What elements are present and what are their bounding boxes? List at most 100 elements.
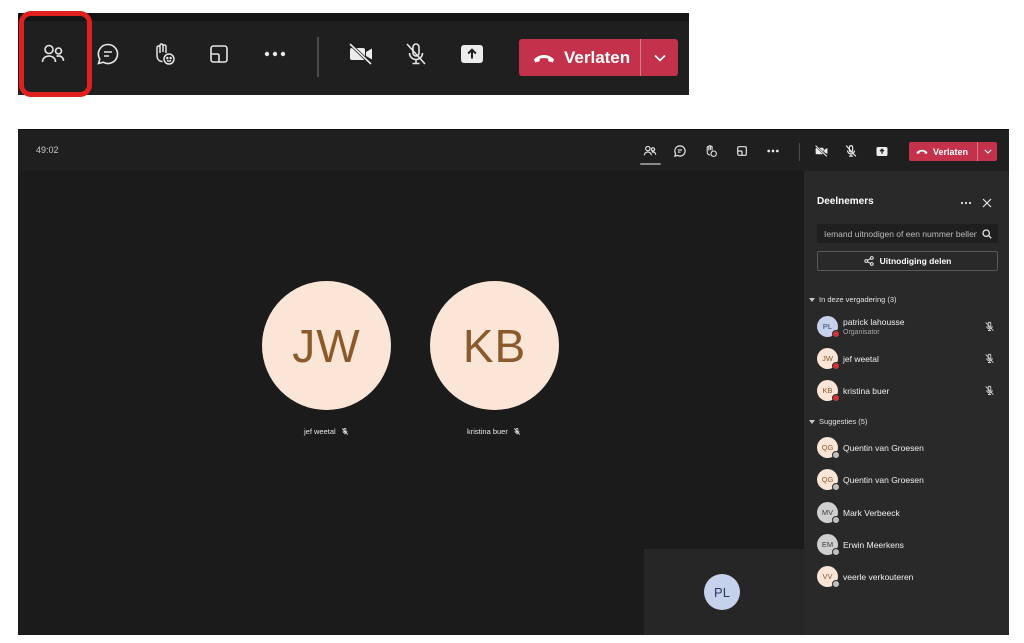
suggestion-name: Quentin van Groesen <box>843 475 924 485</box>
participant-row[interactable]: KB kristina buer <box>804 378 1009 406</box>
participant-name: patrick lahousse <box>843 317 905 327</box>
self-avatar: PL <box>704 574 740 610</box>
share-content-button[interactable] <box>871 140 893 162</box>
leave-label: Verlaten <box>564 47 631 67</box>
tile-name-label: jef weetal <box>304 427 336 436</box>
microphone-button[interactable] <box>393 31 439 77</box>
people-icon <box>40 41 66 67</box>
chat-icon <box>95 41 121 67</box>
avatar-initials: KB <box>822 386 833 395</box>
more-button[interactable] <box>252 31 298 77</box>
participant-name: jef weetal <box>843 354 879 364</box>
panel-title: Deelnemers <box>817 196 874 207</box>
mic-off-icon <box>844 144 858 158</box>
participant-tile-avatar[interactable]: KB <box>430 281 559 410</box>
leave-options-button[interactable] <box>641 39 678 76</box>
meeting-timer: 49:02 <box>36 145 59 155</box>
share-invite-label: Uitnodiging delen <box>879 256 952 266</box>
video-stage: JW jef weetal KB kristina buer PL <box>18 171 804 635</box>
participant-tile-avatar[interactable]: JW <box>262 281 391 410</box>
avatar: VV <box>817 566 840 588</box>
search-icon[interactable] <box>977 228 997 239</box>
section-header-label: Suggesties (5) <box>819 417 868 426</box>
more-icon <box>262 41 288 67</box>
phone-hangup-icon <box>533 52 564 64</box>
camera-off-icon <box>814 144 829 158</box>
microphone-button[interactable] <box>840 140 862 162</box>
participant-tile-name: jef weetal <box>304 427 349 436</box>
rooms-button[interactable] <box>196 31 242 77</box>
suggestion-row[interactable]: QG Quentin van Groesen <box>804 467 1009 495</box>
presence-badge <box>832 362 840 370</box>
participant-role: Organisator <box>843 329 880 336</box>
participant-row[interactable]: JW jef weetal <box>804 346 1009 374</box>
chat-icon <box>673 144 687 158</box>
avatar-initials: PL <box>822 322 833 331</box>
share-icon <box>875 145 889 158</box>
section-header-label: In deze vergadering (3) <box>819 295 897 304</box>
share-invite-button[interactable]: Uitnodiging delen <box>817 251 998 271</box>
rooms-icon <box>206 41 232 67</box>
raise-hand-icon <box>151 41 177 67</box>
camera-off-icon <box>347 41 375 67</box>
suggestion-name: Erwin Meerkens <box>843 540 904 550</box>
avatar: JW <box>817 348 840 370</box>
rooms-icon <box>735 144 749 158</box>
people-button[interactable] <box>30 31 76 77</box>
raise-hand-icon <box>704 144 718 158</box>
presence-badge <box>832 483 840 491</box>
reactions-button[interactable] <box>141 31 187 77</box>
in-meeting-section-header[interactable]: In deze vergadering (3) <box>809 295 897 304</box>
avatar: EM <box>817 534 840 556</box>
leave-button-group[interactable]: Verlaten <box>519 39 678 76</box>
people-button[interactable] <box>639 140 661 162</box>
invite-search-input[interactable] <box>817 224 977 243</box>
leave-options-button[interactable] <box>978 149 997 154</box>
reactions-button[interactable] <box>700 140 722 162</box>
suggestion-row[interactable]: QG Quentin van Groesen <box>804 435 1009 463</box>
chevron-down-icon <box>809 419 819 424</box>
active-tab-indicator <box>640 163 661 165</box>
tile-name-label: kristina buer <box>467 427 508 436</box>
more-button[interactable] <box>762 140 784 162</box>
avatar: QG <box>817 469 840 491</box>
suggestions-section-header[interactable]: Suggesties (5) <box>809 417 867 426</box>
leave-button-group[interactable]: Verlaten <box>909 142 997 161</box>
leave-label: Verlaten <box>933 146 969 157</box>
suggestion-row[interactable]: MV Mark Verbeeck <box>804 500 1009 528</box>
presence-badge <box>832 451 840 459</box>
camera-button[interactable] <box>338 31 384 77</box>
chat-button[interactable] <box>669 140 691 162</box>
participant-tile-name: kristina buer <box>467 427 521 436</box>
participant-name: kristina buer <box>843 386 890 396</box>
mic-off-icon <box>984 321 995 332</box>
people-icon <box>643 144 657 158</box>
avatar-initials: EM <box>821 540 834 549</box>
presence-badge <box>832 516 840 524</box>
rooms-button[interactable] <box>731 140 753 162</box>
avatar-initials: QG <box>821 443 834 452</box>
panel-close-button[interactable] <box>980 196 994 210</box>
camera-button[interactable] <box>810 140 832 162</box>
suggestion-row[interactable]: VV veerle verkouteren <box>804 564 1009 592</box>
avatar-initials: VV <box>822 572 833 581</box>
mic-off-icon <box>403 41 429 67</box>
share-content-button[interactable] <box>449 31 495 77</box>
avatar-initials: MV <box>821 508 834 517</box>
leave-button[interactable]: Verlaten <box>909 142 977 161</box>
leave-button[interactable]: Verlaten <box>519 39 640 76</box>
suggestion-row[interactable]: EM Erwin Meerkens <box>804 532 1009 560</box>
chat-button[interactable] <box>85 31 131 77</box>
avatar-initials: QG <box>821 475 834 484</box>
self-view[interactable]: PL <box>644 549 804 635</box>
presence-badge <box>832 394 840 402</box>
header-separator <box>799 143 800 161</box>
presence-badge <box>832 580 840 588</box>
panel-more-button[interactable] <box>958 197 974 209</box>
mic-off-icon <box>336 427 349 436</box>
suggestion-name: veerle verkouteren <box>843 572 914 582</box>
meeting-window: 49:02 Verlaten JW jef weetal KB kristina… <box>18 129 1009 635</box>
participant-row[interactable]: PL patrick lahousse Organisator <box>804 314 1009 342</box>
avatar: MV <box>817 502 840 524</box>
invite-search-box <box>817 224 998 243</box>
